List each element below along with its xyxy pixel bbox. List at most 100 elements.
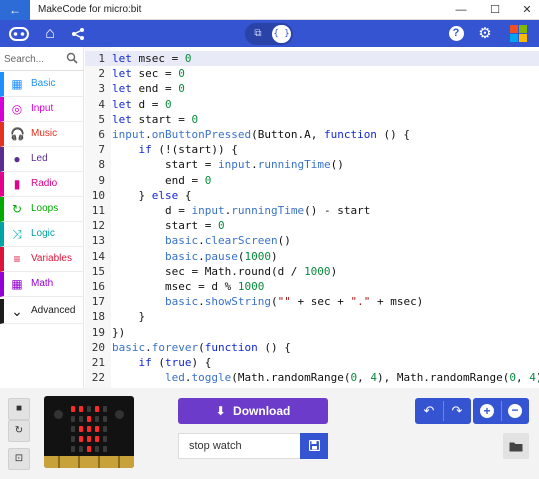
code-text: start = 0: [112, 219, 225, 233]
code-editor[interactable]: 1 let msec = 0 2 let sec = 0 3 let end = 0 4 le…: [85, 47, 539, 388]
zoom-in-button[interactable]: +: [473, 398, 501, 424]
stop-simulator-button[interactable]: ■: [8, 398, 30, 420]
code-text: sec = Math.round(d / 1000): [112, 264, 338, 278]
led: [79, 446, 83, 452]
code-text: let end = 0: [112, 82, 185, 96]
category-logic[interactable]: ⤨ Logic: [0, 222, 84, 247]
math-category-icon: ▦: [11, 277, 23, 291]
search-input[interactable]: [4, 51, 64, 67]
code-line[interactable]: 5 let start = 0: [85, 112, 539, 127]
line-number: 3: [98, 82, 105, 96]
category-variables[interactable]: ≡ Variables: [0, 247, 84, 272]
category-math[interactable]: ▦ Math: [0, 272, 84, 297]
javascript-mode-icon[interactable]: { }: [272, 25, 291, 43]
code-line[interactable]: 11 d = input.runningTime() - start: [85, 203, 539, 218]
code-line[interactable]: 21 if (true) {: [85, 355, 539, 370]
code-line[interactable]: 16 msec = d % 1000: [85, 279, 539, 294]
zoom-out-button[interactable]: −: [501, 398, 529, 424]
share-icon[interactable]: [68, 24, 88, 44]
led: [79, 426, 83, 432]
led: [79, 416, 83, 422]
code-text: } else {: [112, 188, 192, 202]
help-icon[interactable]: ?: [446, 24, 466, 44]
microbit-simulator[interactable]: [44, 396, 134, 468]
app-header: ⌂ ⧉ { } ? ⚙: [0, 20, 539, 47]
code-line[interactable]: 19}): [85, 325, 539, 340]
code-line[interactable]: 6 input.onButtonPressed(Button.A, functio…: [85, 127, 539, 142]
category-label: Variables: [31, 253, 72, 264]
category-loops[interactable]: ↻ Loops: [0, 197, 84, 222]
category-advanced[interactable]: ⌄ Advanced: [0, 299, 84, 324]
code-text: if (!(start)) {: [138, 143, 238, 157]
led: [103, 446, 107, 452]
line-number: 15: [91, 264, 105, 278]
led: [95, 426, 99, 432]
code-line[interactable]: 9 end = 0: [85, 173, 539, 188]
fullscreen-button[interactable]: ⊡: [8, 448, 30, 470]
window-title: MakeCode for micro:bit: [38, 4, 142, 15]
category-led[interactable]: ● Led: [0, 147, 84, 172]
code-line[interactable]: 22 led.toggle(Math.randomRange(0, 4), Ma…: [85, 370, 539, 385]
redo-button[interactable]: ↷: [443, 398, 471, 424]
code-line[interactable]: 2 let sec = 0: [85, 66, 539, 81]
save-button[interactable]: [300, 433, 328, 459]
toolbox-sidebar: ▦ Basic ◎ Input 🎧 Music ● Led ▮ Radio ↻ Loops ⤨ Logic…: [0, 47, 84, 388]
category-music[interactable]: 🎧 Music: [0, 122, 84, 147]
pin: [118, 456, 120, 468]
category-basic[interactable]: ▦ Basic: [0, 72, 84, 97]
code-line[interactable]: 12 start = 0: [85, 218, 539, 233]
led: [87, 406, 91, 412]
code-line[interactable]: 14 basic.pause(1000): [85, 249, 539, 264]
code-line[interactable]: 17 basic.showString("" + sec + "." + mse…: [85, 294, 539, 309]
led: [103, 436, 107, 442]
code-line[interactable]: 4 let d = 0: [85, 97, 539, 112]
zoom-in-icon: +: [480, 404, 494, 418]
line-number: 5: [98, 112, 105, 126]
code-text: basic.forever(function () {: [112, 340, 291, 354]
undo-button[interactable]: ↶: [415, 398, 443, 424]
back-arrow-icon[interactable]: ←: [0, 0, 30, 20]
open-folder-button[interactable]: [503, 433, 529, 459]
category-radio[interactable]: ▮ Radio: [0, 172, 84, 197]
settings-gear-icon[interactable]: ⚙: [475, 24, 495, 44]
zoom-group: + −: [473, 398, 529, 424]
code-line[interactable]: 20 basic.forever(function () {: [85, 340, 539, 355]
minimize-button[interactable]: —: [453, 2, 469, 18]
download-button[interactable]: ⬇ Download: [178, 398, 328, 424]
line-number: 11: [91, 204, 105, 217]
code-line[interactable]: 15 sec = Math.round(d / 1000): [85, 264, 539, 279]
help-glyph: ?: [448, 26, 464, 41]
editor-mode-toggle[interactable]: ⧉ { }: [245, 23, 293, 45]
save-disk-icon: [308, 439, 320, 452]
home-icon[interactable]: ⌂: [40, 24, 60, 44]
code-line[interactable]: 8 start = input.runningTime(): [85, 157, 539, 172]
zoom-out-icon: −: [508, 404, 522, 418]
code-line[interactable]: 1 let msec = 0: [85, 51, 539, 66]
code-line[interactable]: 18 }: [85, 309, 539, 324]
category-label: Advanced: [31, 305, 76, 316]
toolbox-search: [0, 47, 84, 71]
code-text: let d = 0: [112, 97, 172, 111]
code-line[interactable]: 3 let end = 0: [85, 81, 539, 96]
search-icon[interactable]: [66, 52, 78, 64]
code-line[interactable]: 10 } else {: [85, 188, 539, 203]
blocks-mode-icon[interactable]: ⧉: [250, 26, 266, 42]
led: [87, 446, 91, 452]
close-button[interactable]: ✕: [519, 2, 535, 18]
code-line[interactable]: 13 basic.clearScreen(): [85, 233, 539, 248]
restart-simulator-button[interactable]: ↻: [8, 420, 30, 442]
microbit-logo-icon[interactable]: [9, 24, 29, 44]
button-a[interactable]: [54, 410, 63, 419]
led: [95, 416, 99, 422]
category-input[interactable]: ◎ Input: [0, 97, 84, 122]
code-line[interactable]: 7 if (!(start)) {: [85, 142, 539, 157]
category-label: Music: [31, 128, 58, 139]
category-label: Logic: [31, 228, 55, 239]
project-name-input[interactable]: [178, 433, 300, 459]
button-b[interactable]: [115, 410, 124, 419]
maximize-button[interactable]: ☐: [487, 2, 503, 18]
line-number: 18: [91, 310, 105, 324]
basic-category-icon: ▦: [11, 77, 23, 91]
logic-category-icon: ⤨: [12, 227, 22, 241]
loops-category-icon: ↻: [11, 202, 23, 216]
